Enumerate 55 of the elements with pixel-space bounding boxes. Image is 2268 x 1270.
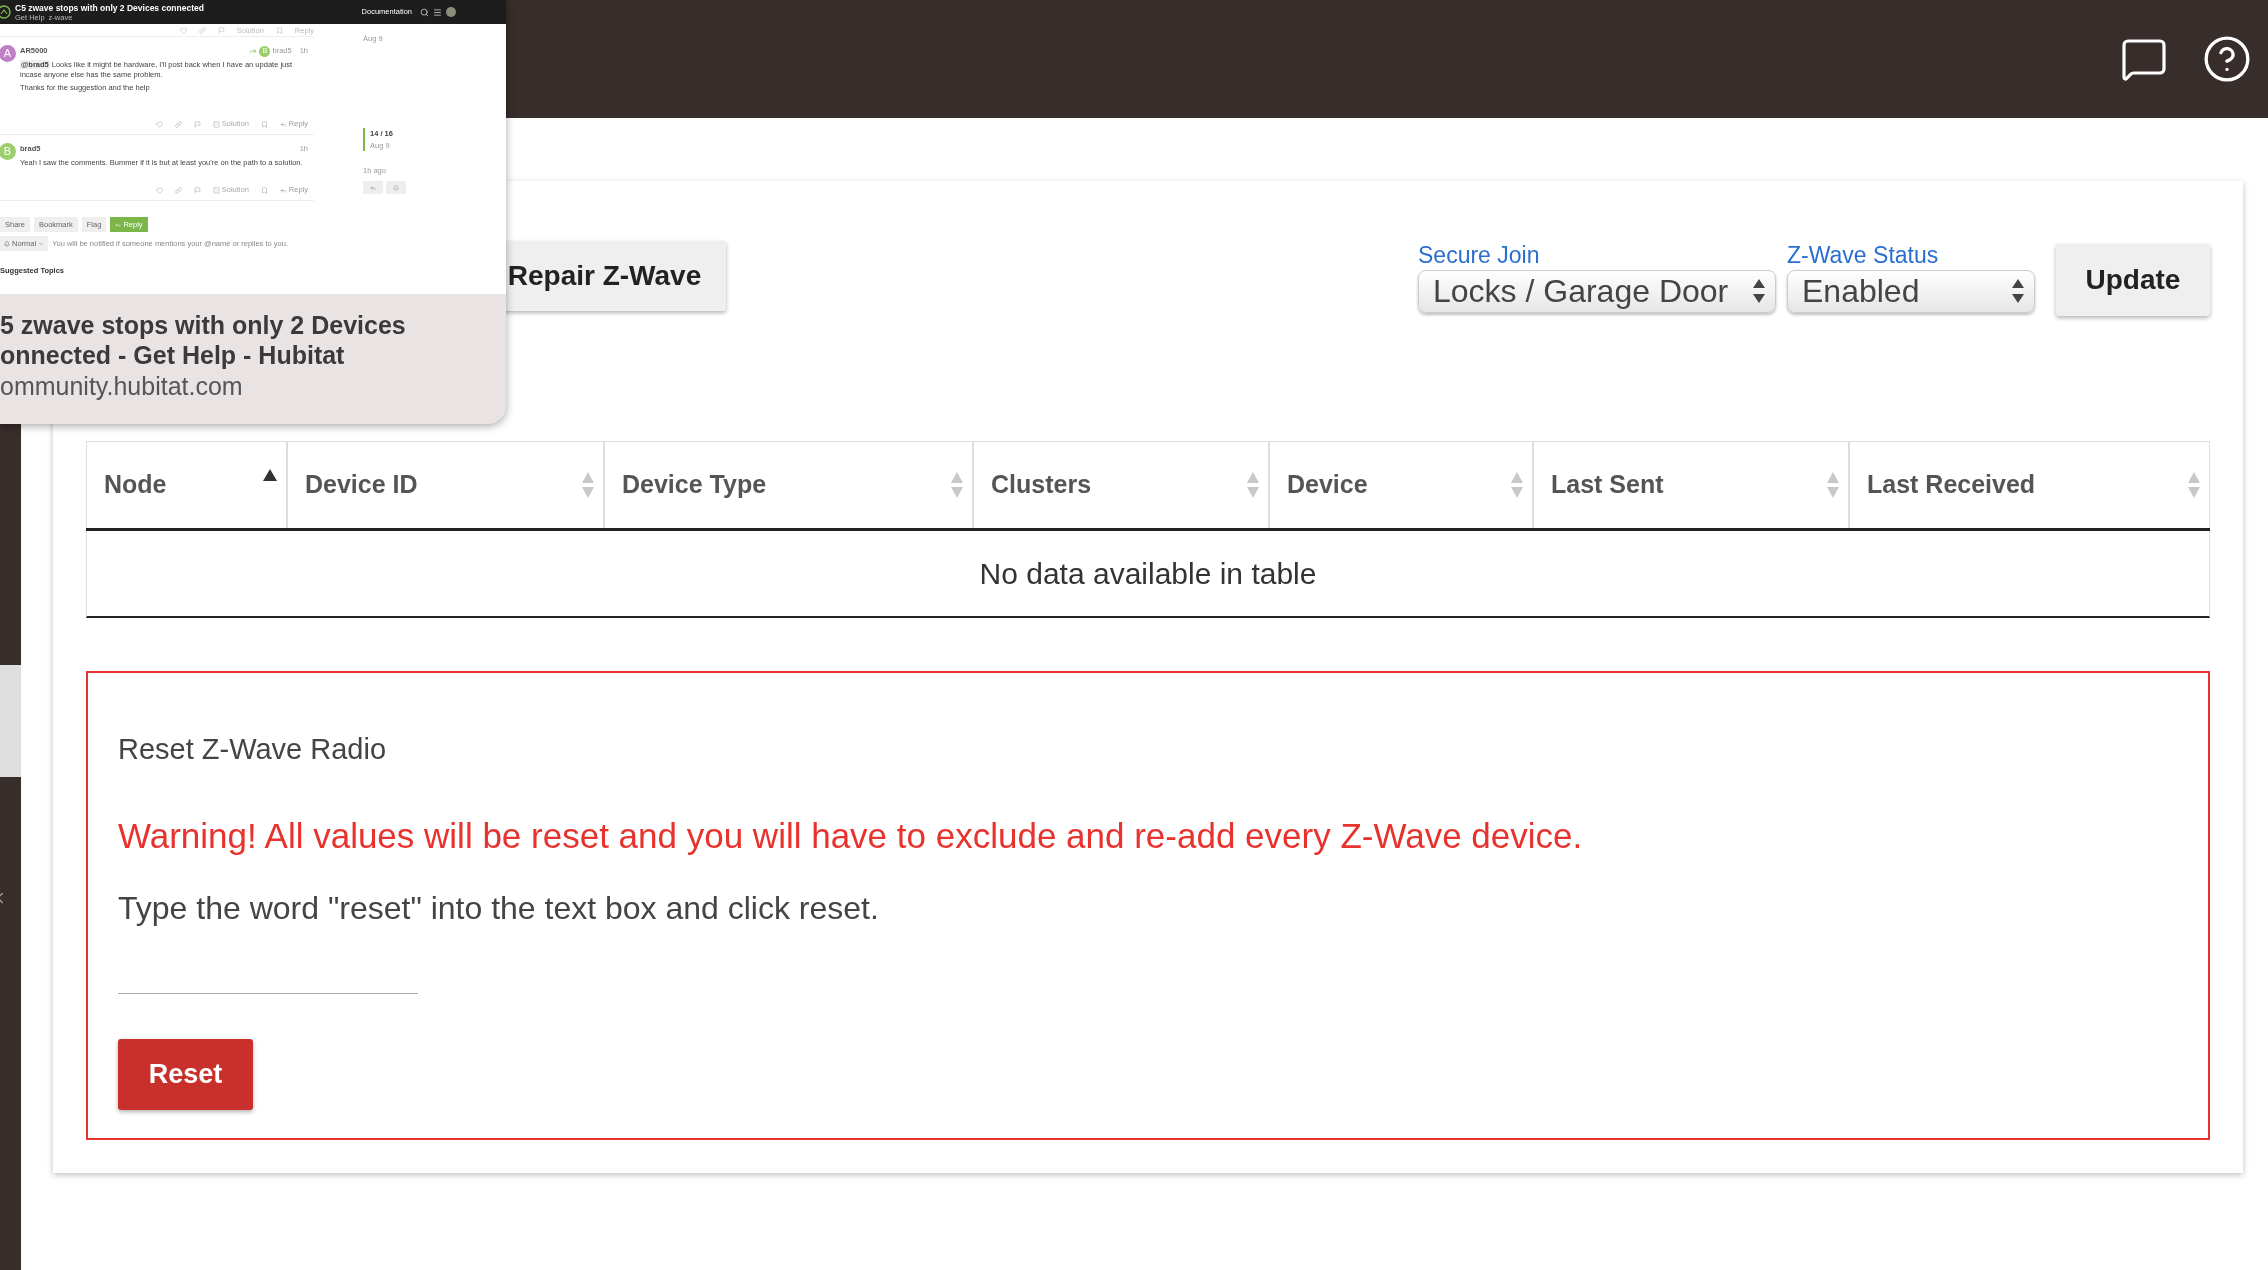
avatar: A (0, 45, 16, 62)
like-icon[interactable] (155, 186, 163, 194)
column-header[interactable]: Device Type (604, 442, 973, 528)
instruction-text: Type the word "reset" into the text box and click reset. (118, 889, 880, 928)
like-icon[interactable] (179, 26, 187, 34)
bookmark-icon[interactable] (260, 120, 268, 128)
reply-arrow-icon (249, 47, 258, 55)
panel-title: Reset Z-Wave Radio (118, 732, 388, 767)
preview-url: ommunity.hubitat.com (0, 371, 244, 402)
checkbox-icon (212, 186, 220, 194)
bookmark-icon[interactable] (260, 186, 268, 194)
bell-icon (393, 184, 399, 191)
reply-icon (279, 120, 287, 128)
help-icon[interactable] (2202, 34, 2252, 84)
bookmark-icon[interactable] (275, 26, 283, 34)
flag-icon[interactable] (193, 186, 201, 194)
column-header[interactable]: Clusters (973, 442, 1269, 528)
search-icon[interactable] (420, 7, 429, 17)
reply-icon (279, 186, 287, 194)
checkbox-icon (212, 120, 220, 128)
column-header[interactable]: Node (86, 442, 287, 528)
empty-table-message: No data available in table (979, 556, 1317, 592)
flag-icon[interactable] (217, 26, 225, 34)
link-icon[interactable] (174, 186, 182, 194)
reply-icon (370, 184, 376, 191)
like-icon[interactable] (155, 120, 163, 128)
column-header[interactable]: Last Sent (1533, 442, 1849, 528)
notification-button[interactable] (386, 181, 406, 194)
flag-icon[interactable] (193, 120, 201, 128)
link-icon[interactable] (198, 26, 206, 34)
topic-title: C5 zwave stops with only 2 Devices connected (15, 2, 204, 13)
menu-icon[interactable] (433, 7, 442, 17)
preview-title: onnected - Get Help - Hubitat (0, 340, 346, 370)
sidebar-item[interactable] (0, 665, 21, 777)
bell-icon (4, 240, 10, 247)
select-arrows-icon (1751, 277, 1767, 305)
column-header[interactable]: Device ID (287, 442, 604, 528)
select-field[interactable]: Enabled (1787, 269, 2035, 313)
select-field[interactable]: Locks / Garage Door (1418, 269, 1776, 313)
column-header[interactable]: Device (1269, 442, 1533, 528)
field-label: Secure Join (1418, 240, 1541, 270)
caret-icon (38, 240, 45, 247)
select-arrows-icon (2010, 277, 2026, 305)
avatar: B (0, 143, 16, 160)
user-avatar[interactable] (446, 7, 456, 17)
field-label: Z-Wave Status (1787, 240, 1940, 270)
reply-icon (115, 221, 122, 228)
link-icon[interactable] (174, 120, 182, 128)
logo-icon (0, 4, 11, 20)
preview-title: 5 zwave stops with only 2 Devices (0, 310, 407, 340)
update-button[interactable]: Update (2056, 244, 2210, 316)
reply-button[interactable] (363, 181, 383, 194)
column-header[interactable]: Last Received (1849, 442, 2210, 528)
warning-text: Warning! All values will be reset and you will have to exclude and re-add every Z-Wave device. (118, 814, 1584, 857)
reset-button[interactable]: Reset (118, 1039, 253, 1110)
